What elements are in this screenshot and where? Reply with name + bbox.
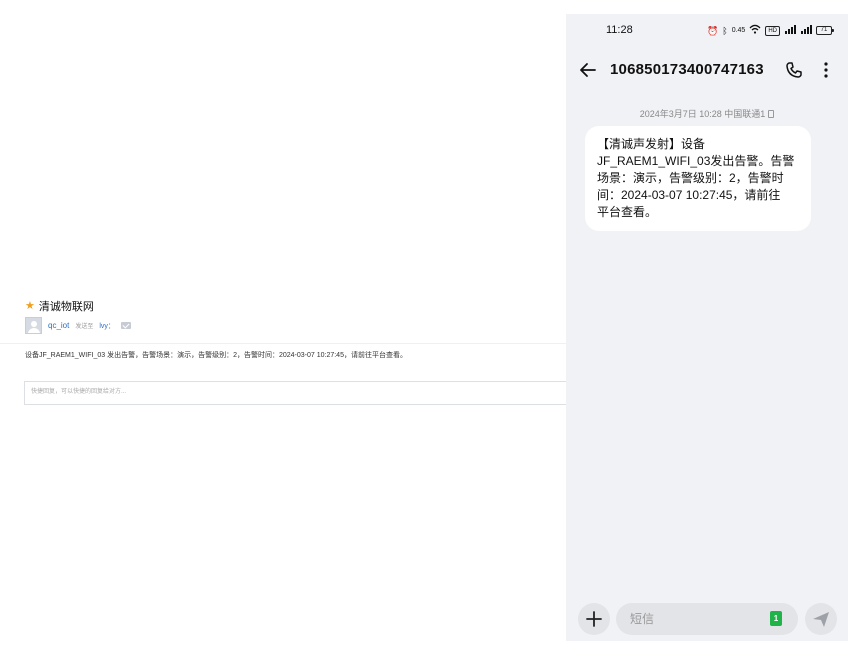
plus-icon[interactable] bbox=[578, 603, 610, 635]
recipient-name[interactable]: lvy： bbox=[99, 321, 115, 331]
hd-icon: HD bbox=[765, 25, 780, 36]
sim-card-icon bbox=[768, 109, 775, 118]
sim-select-icon[interactable]: 1 bbox=[770, 611, 782, 626]
message-date: 2024年3月7日 10:28 中国联通1 bbox=[566, 107, 848, 120]
phone-screen: 11:28 ⏰ ᛒ 0.45 HD 71 106850173400747163 bbox=[566, 14, 848, 641]
composer-bar: 短信 1 bbox=[566, 597, 848, 641]
battery-icon: 71 bbox=[816, 26, 834, 35]
email-subject: 清诚物联网 bbox=[38, 301, 94, 313]
signal-icon-2 bbox=[800, 24, 812, 37]
mail-icon[interactable] bbox=[120, 322, 131, 329]
status-bar: 11:28 ⏰ ᛒ 0.45 HD 71 bbox=[566, 14, 848, 48]
network-speed: 0.45 bbox=[731, 26, 746, 34]
alarm-icon: ⏰ bbox=[707, 25, 719, 36]
sms-input-placeholder: 短信 bbox=[630, 612, 655, 626]
message-line: 场景：演示，告警级别：2，告警时 bbox=[597, 171, 784, 185]
more-vert-icon[interactable] bbox=[816, 60, 836, 80]
app-bar: 106850173400747163 bbox=[566, 54, 848, 86]
star-icon[interactable]: ★ bbox=[25, 300, 35, 312]
status-icons: ⏰ ᛒ 0.45 HD 71 bbox=[707, 24, 834, 37]
avatar-icon[interactable] bbox=[25, 317, 42, 334]
message-line: JF_RAEM1_WIFI_03发出告警。告警 bbox=[597, 154, 795, 168]
message-line: 间：2024-03-07 10:27:45，请前往 bbox=[597, 188, 781, 202]
message-date-text: 2024年3月7日 10:28 中国联通1 bbox=[639, 109, 766, 119]
bluetooth-icon: ᛒ bbox=[722, 25, 728, 36]
message-line: 平台查看。 bbox=[597, 205, 658, 219]
contact-number: 106850173400747163 bbox=[610, 61, 764, 78]
wifi-icon bbox=[749, 24, 761, 37]
message-bubble[interactable]: 【清诚声发射】设备 JF_RAEM1_WIFI_03发出告警。告警 场景：演示，… bbox=[585, 126, 811, 231]
sender-row: qc_iot 发送至 lvy： bbox=[25, 317, 131, 334]
email-body: 设备JF_RAEM1_WIFI_03 发出告警，告警场景：演示，告警级别：2，告… bbox=[25, 352, 407, 359]
sms-input[interactable]: 短信 1 bbox=[616, 603, 798, 635]
back-arrow-icon[interactable] bbox=[578, 60, 598, 80]
phone-call-icon[interactable] bbox=[784, 60, 804, 80]
email-pane: ★ 清诚物联网 qc_iot 发送至 lvy： 设备JF_RAEM1_WIFI_… bbox=[0, 0, 566, 654]
to-label: 发送至 bbox=[75, 324, 94, 330]
quick-reply-input[interactable]: 快捷回复，可以快捷的回复给对方... bbox=[24, 381, 566, 405]
message-line: 【清诚声发射】设备 bbox=[597, 137, 706, 151]
signal-icon bbox=[784, 24, 796, 37]
divider bbox=[0, 343, 566, 344]
subject-row: ★ 清诚物联网 bbox=[25, 298, 94, 314]
status-time: 11:28 bbox=[606, 24, 633, 36]
sender-name[interactable]: qc_iot bbox=[48, 321, 69, 330]
send-icon[interactable] bbox=[805, 603, 837, 635]
